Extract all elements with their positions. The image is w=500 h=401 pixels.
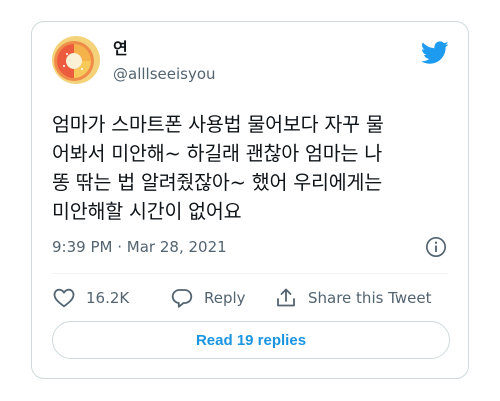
share-button[interactable]: Share this Tweet bbox=[274, 286, 431, 310]
read-replies-button[interactable]: Read 19 replies bbox=[52, 321, 450, 359]
like-button[interactable]: 16.2K bbox=[52, 286, 129, 310]
author-display-name[interactable]: 연 bbox=[113, 39, 128, 59]
twitter-bird-icon[interactable] bbox=[421, 41, 449, 65]
reply-bubble-icon bbox=[171, 289, 193, 308]
share-label: Share this Tweet bbox=[308, 289, 432, 307]
peach-ring-candy-icon bbox=[52, 36, 100, 84]
tweet-text: 엄마가 스마트폰 사용법 물어보다 자꾸 물 어봐서 미안해~ 하길래 괜찮아 … bbox=[52, 110, 456, 226]
like-count: 16.2K bbox=[86, 289, 130, 307]
tweet-text-line: 엄마가 스마트폰 사용법 물어보다 자꾸 물 bbox=[52, 113, 384, 136]
tweet-date: Mar 28, 2021 bbox=[126, 238, 227, 256]
reply-button[interactable]: Reply bbox=[170, 286, 246, 310]
info-icon[interactable] bbox=[425, 236, 447, 258]
share-upload-icon bbox=[277, 288, 295, 307]
tweet-card: 연 @alllseeisyou 엄마가 스마트폰 사용법 물어보다 자꾸 물 어… bbox=[31, 21, 469, 379]
author-handle[interactable]: @alllseeisyou bbox=[113, 64, 216, 84]
divider bbox=[52, 273, 448, 274]
tweet-text-line: 어봐서 미안해~ 하길래 괜찮아 엄마는 나 bbox=[52, 142, 382, 165]
tweet-actions: 16.2K Reply Share this Tweet bbox=[52, 286, 452, 310]
avatar[interactable] bbox=[52, 36, 100, 84]
timestamp-separator: · bbox=[117, 238, 123, 256]
tweet-text-line: 미안해할 시간이 없어요 bbox=[52, 200, 242, 223]
tweet-text-line: 똥 딲는 법 알려줬잖아~ 했어 우리에게는 bbox=[52, 171, 382, 194]
reply-label: Reply bbox=[204, 289, 246, 307]
heart-icon bbox=[53, 288, 75, 308]
tweet-timestamp[interactable]: 9:39 PM · Mar 28, 2021 bbox=[52, 237, 227, 257]
tweet-time: 9:39 PM bbox=[52, 238, 113, 256]
